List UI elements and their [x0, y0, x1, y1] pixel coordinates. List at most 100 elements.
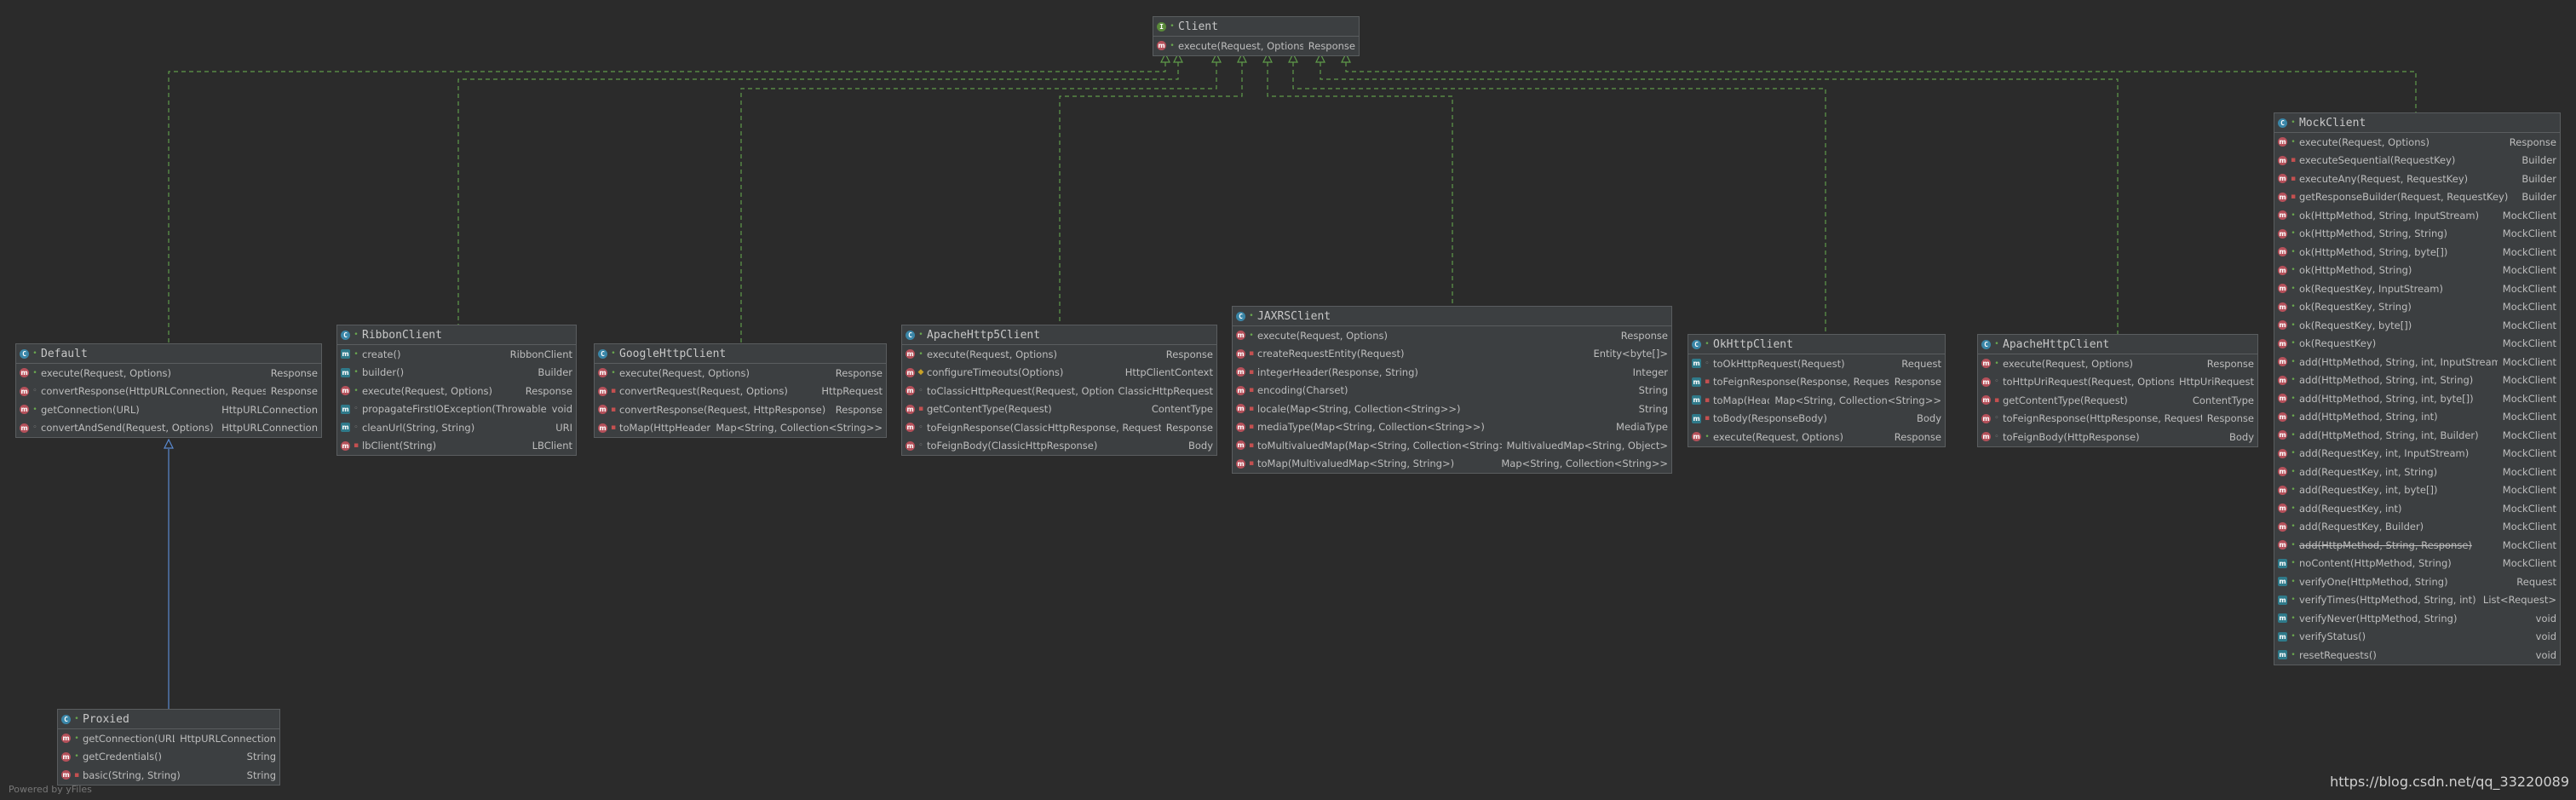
class-node-ribbon-client[interactable]: C • RibbonClient m • create() RibbonClient m • bu…	[336, 325, 577, 456]
method-row[interactable]: m ◦ toHttpUriRequest(Request, Options) Http…	[1978, 373, 2257, 392]
method-row[interactable]: m • add(HttpMethod, String, Response) MockC…	[2274, 536, 2560, 555]
method-signature: add(RequestKey, int, byte[])	[2299, 484, 2438, 497]
method-row[interactable]: m ▪ toBody(ResponseBody) Body	[1688, 410, 1945, 429]
method-signature: locale(Map<String, Collection<String>>)	[1257, 402, 1461, 415]
method-icon: m	[2278, 521, 2287, 532]
method-row[interactable]: m ◦ cleanUrl(String, String) URI	[337, 418, 576, 437]
method-row[interactable]: m ▪ mediaType(Map<String, Collection<Strin…	[1233, 418, 1671, 437]
method-row[interactable]: m • getConnection(URL) HttpURLConnection	[58, 729, 279, 748]
method-row[interactable]: m ◦ toOkHttpRequest(Request) Request	[1688, 354, 1945, 373]
class-node-default[interactable]: C • Default m • execute(Request, Options) Resp…	[15, 343, 322, 438]
method-row[interactable]: m ▪ encoding(Charset) String	[1233, 382, 1671, 400]
method-row[interactable]: m • create() RibbonClient	[337, 345, 576, 364]
method-row[interactable]: m • execute(Request, Options) Response	[1233, 326, 1671, 345]
method-row[interactable]: m ▪ toMap(MultivaluedMap<String, String>) M…	[1233, 455, 1671, 474]
method-row[interactable]: m • ok(HttpMethod, String) MockClient	[2274, 262, 2560, 280]
method-row[interactable]: m • verifyNever(HttpMethod, String) void	[2274, 609, 2560, 628]
method-row[interactable]: m ◦ propagateFirstIOException(Throwable) vo…	[337, 400, 576, 419]
method-row[interactable]: m • add(RequestKey, int) MockClient	[2274, 499, 2560, 518]
method-row[interactable]: m • ok(HttpMethod, String, InputStream) Moc…	[2274, 206, 2560, 225]
method-row[interactable]: m ▪ convertResponse(Request, HttpResponse)…	[595, 400, 886, 419]
method-row[interactable]: m ◦ toFeignBody(HttpResponse) Body	[1978, 428, 2257, 446]
method-row[interactable]: m • resetRequests() void	[2274, 646, 2560, 665]
class-node-apache-http5-client[interactable]: C • ApacheHttp5Client m • execute(Request, Op…	[901, 325, 1217, 456]
method-icon: m	[2278, 412, 2287, 422]
class-node-proxied[interactable]: C • Proxied m • getConnection(URL) HttpURLConn…	[57, 709, 280, 786]
method-row[interactable]: m ◦ toFeignResponse(ClassicHttpResponse, R…	[902, 418, 1216, 437]
method-row[interactable]: m • execute(Request, Options) Response	[16, 364, 321, 383]
method-row[interactable]: m • ok(RequestKey, byte[]) MockClient	[2274, 316, 2560, 335]
method-row[interactable]: m • execute(Request, Options) Response	[337, 382, 576, 400]
method-row[interactable]: m • add(HttpMethod, String, int, Builder) M…	[2274, 426, 2560, 445]
class-node-apache-http-client[interactable]: C • ApacheHttpClient m • execute(Request, Opt…	[1977, 334, 2258, 447]
method-row[interactable]: m • ok(RequestKey) MockClient	[2274, 335, 2560, 354]
method-row[interactable]: m ▪ createRequestEntity(Request) Entity<byt…	[1233, 345, 1671, 364]
method-row[interactable]: m • execute(Request, Options) Response	[2274, 133, 2560, 152]
method-row[interactable]: m • builder() Builder	[337, 364, 576, 383]
method-row[interactable]: m • add(HttpMethod, String, int) MockClient	[2274, 408, 2560, 427]
method-row[interactable]: m ▪ getResponseBuilder(Request, RequestKey…	[2274, 188, 2560, 207]
method-row[interactable]: m ▪ toMultivaluedMap(Map<String, Collectio…	[1233, 436, 1671, 455]
method-return-type: HttpUriRequest	[2178, 376, 2254, 388]
method-row[interactable]: m ▪ getContentType(Request) ContentType	[1978, 391, 2257, 410]
method-row[interactable]: m • verifyStatus() void	[2274, 628, 2560, 647]
class-node-ok-http-client[interactable]: C • OkHttpClient m ◦ toOkHttpRequest(Request)…	[1688, 334, 1946, 447]
method-row[interactable]: m ▪ toFeignResponse(Response, Request) Resp…	[1688, 373, 1945, 392]
method-icon: m	[2278, 540, 2287, 550]
method-row[interactable]: m • ok(RequestKey, InputStream) MockClient	[2274, 279, 2560, 298]
private-visibility-icon: ▪	[1704, 395, 1711, 405]
method-row[interactable]: m • add(RequestKey, int, InputStream) MockC…	[2274, 445, 2560, 463]
method-return-type: MockClient	[2502, 319, 2556, 331]
class-node-google-http-client[interactable]: C • GoogleHttpClient m • execute(Request, Opt…	[594, 343, 887, 438]
method-row[interactable]: m • add(HttpMethod, String, int, InputStre…	[2274, 353, 2560, 371]
method-row[interactable]: m • add(HttpMethod, String, int, String) Mo…	[2274, 371, 2560, 390]
public-visibility-icon: •	[2291, 430, 2296, 440]
method-row[interactable]: m ▪ toMap(HttpHeaders) Map<String, Collecti…	[595, 419, 886, 438]
method-row[interactable]: m ◦ toFeignResponse(HttpResponse, Request)…	[1978, 410, 2257, 429]
method-row[interactable]: m ▪ getContentType(Request) ContentType	[902, 400, 1216, 419]
method-row[interactable]: m ◦ convertAndSend(Request, Options) HttpUR…	[16, 419, 321, 438]
class-node-mock-client[interactable]: C • MockClient m • execute(Request, Options) R…	[2274, 112, 2561, 665]
method-row[interactable]: m • execute(Request, Options) Response	[595, 364, 886, 383]
method-row[interactable]: m • add(RequestKey, int, String) MockClient	[2274, 463, 2560, 481]
method-return-type: Entity<byte[]>	[1593, 348, 1668, 360]
method-icon: m	[906, 349, 915, 360]
public-visibility-icon: •	[1170, 41, 1175, 50]
method-row[interactable]: m ▪ executeSequential(RequestKey) Builder	[2274, 152, 2560, 170]
method-row[interactable]: m▪toMap(Headers) Map<String, Collection<S…	[1688, 391, 1945, 410]
method-row[interactable]: m ▪ basic(String, String) String	[58, 766, 279, 785]
method-row[interactable]: m ▪ convertRequest(Request, Options) HttpRe…	[595, 383, 886, 401]
method-row[interactable]: m • execute(Request, Options) Response	[902, 345, 1216, 364]
method-row[interactable]: m ▪ locale(Map<String, Collection<String>>…	[1233, 400, 1671, 418]
method-row[interactable]: m • noContent(HttpMethod, String) MockClien…	[2274, 555, 2560, 573]
method-row[interactable]: m ▪ executeAny(Request, RequestKey) Builder	[2274, 170, 2560, 188]
method-row[interactable]: m • ok(RequestKey, String) MockClient	[2274, 298, 2560, 317]
method-row[interactable]: m • add(RequestKey, Builder) MockClient	[2274, 518, 2560, 537]
class-node-client[interactable]: I • Client m • execute(Request, Options) Respo…	[1153, 16, 1360, 56]
method-row[interactable]: m • ok(HttpMethod, String, String) MockClie…	[2274, 225, 2560, 244]
method-row[interactable]: m • verifyTimes(HttpMethod, String, int) Li…	[2274, 591, 2560, 610]
class-name: ApacheHttp5Client	[927, 328, 1041, 342]
method-row[interactable]: m ◦ convertResponse(HttpURLConnection, Req…	[16, 383, 321, 401]
private-visibility-icon: ▪	[1248, 423, 1255, 432]
method-return-type: HttpURLConnection	[221, 422, 318, 435]
method-return-type: HttpClientContext	[1124, 366, 1213, 379]
interface-icon: I	[1157, 21, 1166, 32]
method-row[interactable]: m • add(HttpMethod, String, int, byte[]) Mo…	[2274, 389, 2560, 408]
class-node-jaxrs-client[interactable]: C • JAXRSClient m • execute(Request, Options)…	[1232, 306, 1672, 474]
method-row[interactable]: m • execute(Request, Options) Response	[1688, 428, 1945, 446]
method-row[interactable]: m • execute(Request, Options) Response	[1153, 37, 1359, 55]
method-row[interactable]: m • ok(HttpMethod, String, byte[]) MockClie…	[2274, 243, 2560, 262]
method-row[interactable]: m ◦ toClassicHttpRequest(Request, Options)…	[902, 382, 1216, 400]
method-row[interactable]: m ◆ configureTimeouts(Options) HttpClientCo…	[902, 364, 1216, 383]
method-row[interactable]: m • add(RequestKey, int, byte[]) MockClient	[2274, 481, 2560, 500]
method-row[interactable]: m • getConnection(URL) HttpURLConnection	[16, 400, 321, 419]
method-row[interactable]: m ◦ toFeignBody(ClassicHttpResponse) Body	[902, 437, 1216, 456]
public-visibility-icon: •	[2291, 229, 2296, 239]
class-header: C • OkHttpClient	[1688, 335, 1945, 354]
method-row[interactable]: m • getCredentials() String	[58, 748, 279, 767]
method-row[interactable]: m ▪ integerHeader(Response, String) Integer	[1233, 363, 1671, 382]
method-row[interactable]: m ▪ lbClient(String) LBClient	[337, 437, 576, 456]
method-row[interactable]: m • verifyOne(HttpMethod, String) Request	[2274, 573, 2560, 591]
method-row[interactable]: m • execute(Request, Options) Response	[1978, 354, 2257, 373]
